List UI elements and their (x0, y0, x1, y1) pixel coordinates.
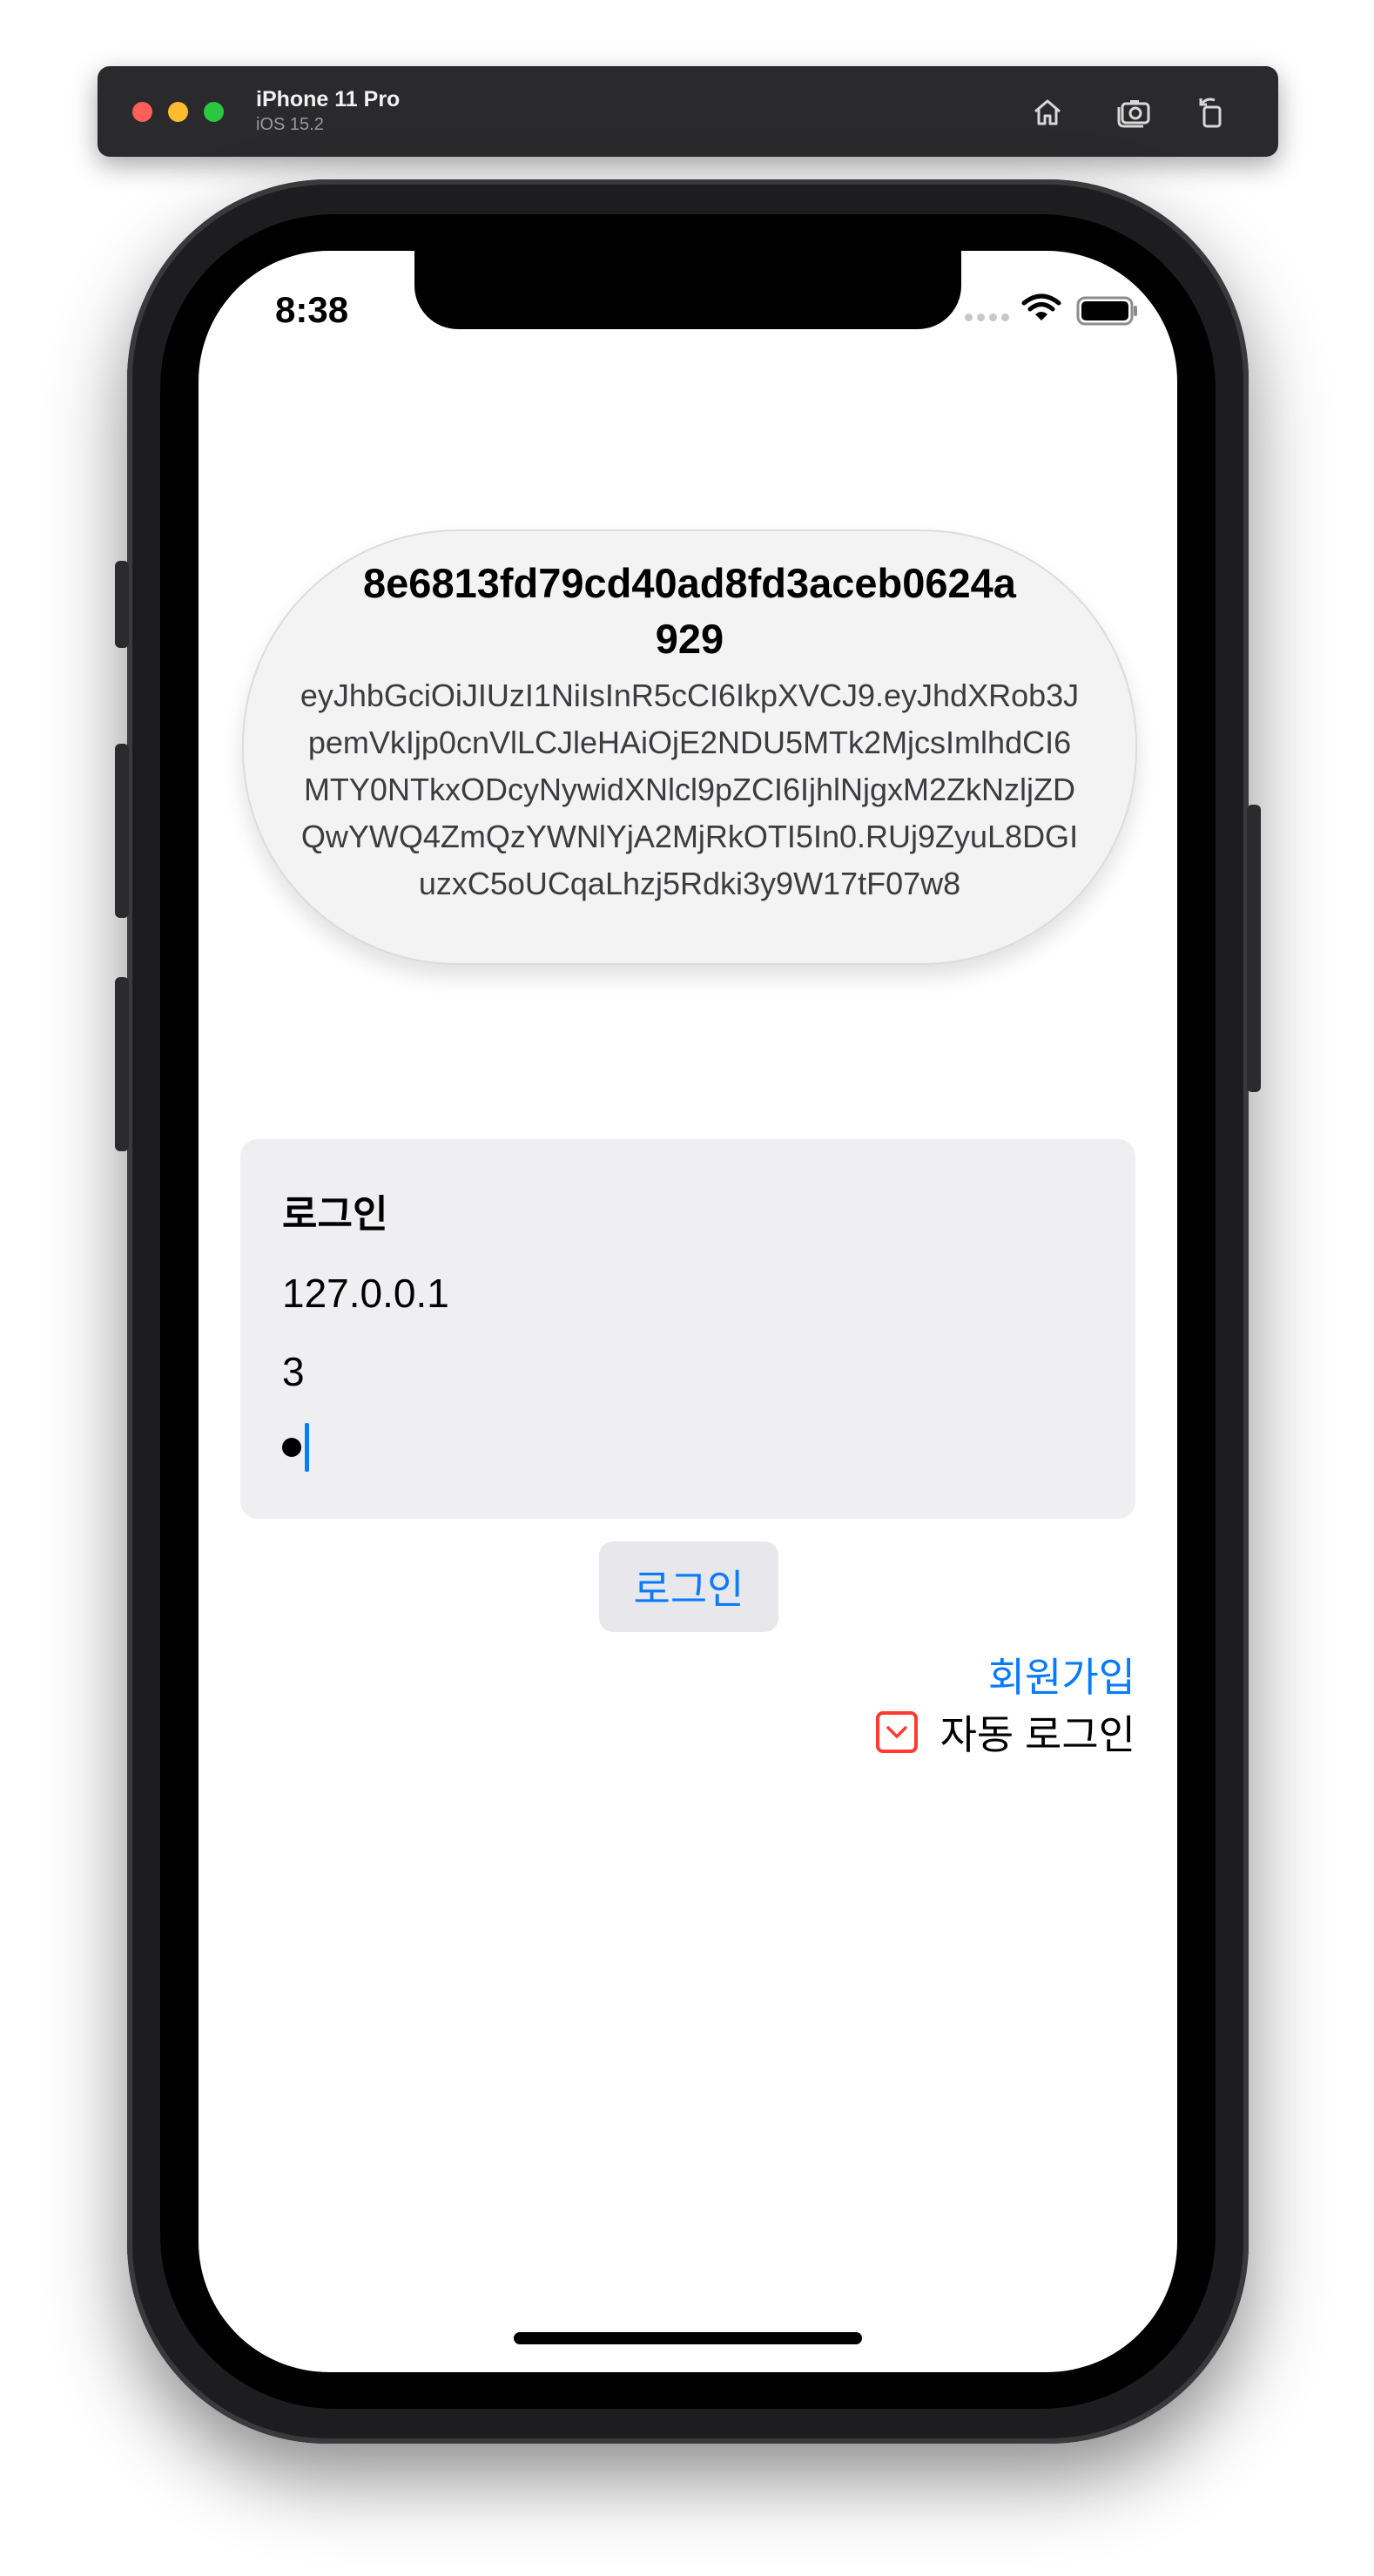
home-icon[interactable] (1027, 92, 1068, 132)
password-input[interactable] (282, 1423, 1066, 1472)
text-cursor (305, 1423, 309, 1472)
session-id-line-2: 929 (655, 616, 724, 662)
screenshot-icon[interactable] (1115, 92, 1155, 132)
wifi-icon (1020, 293, 1062, 328)
signup-link[interactable]: 회원가입 (988, 1646, 1135, 1703)
token-display: 8e6813fd79cd40ad8fd3aceb0624a 929 eyJhbG… (242, 529, 1137, 965)
battery-icon (1076, 296, 1139, 330)
volume-up-button (115, 744, 129, 918)
notch (414, 251, 961, 329)
signal-icon (965, 314, 1009, 321)
simulator-device-name: iPhone 11 Pro (256, 87, 401, 111)
jwt-token: eyJhbGciOiJIUzI1NiIsInR5cCI6IkpXVCJ9.eyJ… (300, 678, 1080, 901)
rotate-icon[interactable] (1193, 92, 1233, 132)
auto-login-label: 자동 로그인 (940, 1712, 1135, 1757)
host-input[interactable] (282, 1270, 1066, 1317)
volume-down-button (115, 977, 129, 1151)
password-mask-dot (282, 1438, 301, 1457)
silent-switch (115, 561, 129, 648)
auto-login-toggle[interactable]: 자동 로그인 (875, 1703, 1135, 1761)
status-time: 8:38 (275, 289, 349, 330)
device-screen: 8:38 8e6813fd79cd40ad8fd3aceb0624a 929 e… (199, 251, 1177, 2372)
home-indicator[interactable] (514, 2332, 862, 2344)
simulator-toolbar: iPhone 11 Pro iOS 15.2 (98, 66, 1278, 157)
minimize-window-button[interactable] (168, 102, 188, 122)
user-id-input[interactable] (282, 1348, 1066, 1395)
session-id-line-1: 8e6813fd79cd40ad8fd3aceb0624a (363, 560, 1016, 606)
login-form-title: 로그인 (282, 1193, 388, 1236)
power-button (1247, 805, 1261, 1092)
login-button[interactable]: 로그인 (599, 1541, 778, 1632)
close-window-button[interactable] (132, 102, 152, 122)
simulator-os-version: iOS 15.2 (256, 115, 324, 134)
checkbox-checked-icon[interactable] (875, 1711, 918, 1753)
login-form: 로그인 (240, 1139, 1135, 1519)
zoom-window-button[interactable] (204, 102, 224, 122)
